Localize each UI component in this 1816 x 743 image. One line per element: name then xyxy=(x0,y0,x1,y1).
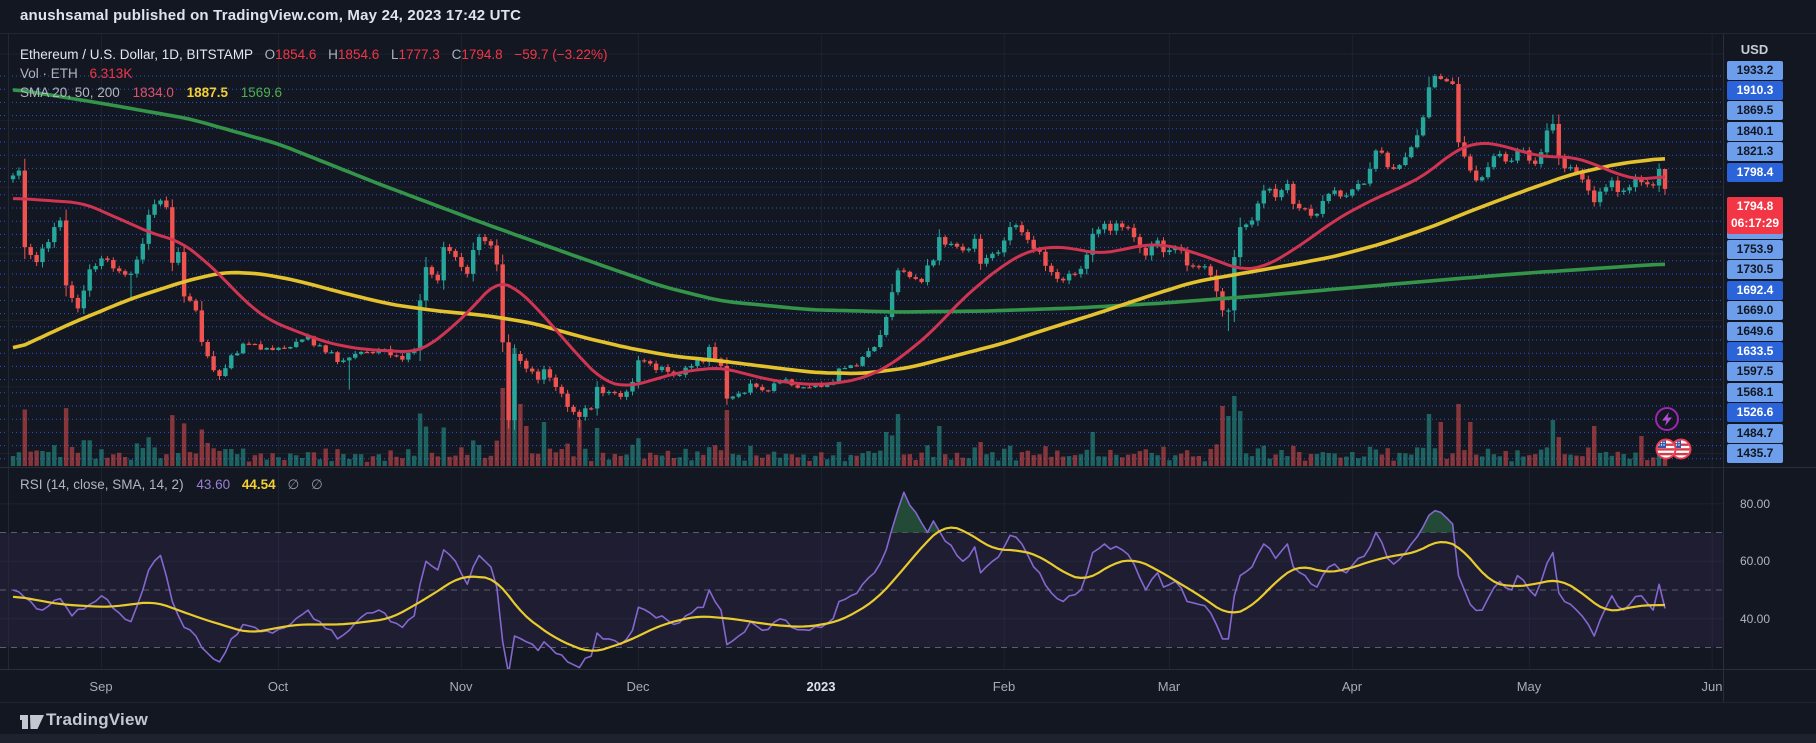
rsi-value: 43.60 xyxy=(196,477,230,492)
sma-label: SMA 20, 50, 200 xyxy=(20,85,120,100)
symbol-legend-row[interactable]: Ethereum / U.S. Dollar, 1D, BITSTAMP O18… xyxy=(20,45,607,64)
rsi-label: RSI (14, close, SMA, 14, 2) xyxy=(20,477,184,492)
publish-bar: anushsamal published on TradingView.com,… xyxy=(0,0,1816,33)
ohlc-low-value: 1777.3 xyxy=(399,47,440,62)
sma200-line[interactable] xyxy=(13,90,1665,312)
chart-canvas[interactable] xyxy=(0,34,1723,703)
price-level-label: 1484.7 xyxy=(1727,424,1783,443)
pane-separator[interactable] xyxy=(0,467,1816,468)
time-axis-label: Dec xyxy=(626,679,649,694)
chart-widget[interactable]: Ethereum / U.S. Dollar, 1D, BITSTAMP O18… xyxy=(0,33,1816,703)
price-level-lines[interactable] xyxy=(0,76,1723,459)
time-axis-label: Sep xyxy=(89,679,112,694)
sma20-value: 1834.0 xyxy=(133,85,174,100)
ohlc-close-value: 1794.8 xyxy=(461,47,502,62)
rsi-sma-value: 44.54 xyxy=(242,477,276,492)
current-price: 1794.8 xyxy=(1727,198,1783,215)
rsi-empty-value-2: ∅ xyxy=(311,477,323,492)
symbol-title[interactable]: Ethereum / U.S. Dollar, 1D, BITSTAMP xyxy=(20,47,253,62)
time-axis-label: Nov xyxy=(449,679,472,694)
plot-left-border xyxy=(8,34,9,669)
volume-legend-row[interactable]: Vol · ETH 6.313K xyxy=(20,64,607,83)
footer-bar: TradingView xyxy=(0,702,1816,735)
ohlc-high-value: 1854.6 xyxy=(338,47,379,62)
price-level-label: 1649.6 xyxy=(1727,322,1783,341)
rsi-axis-label: 80.00 xyxy=(1727,496,1783,512)
price-level-label: 1840.1 xyxy=(1727,122,1783,141)
current-price-badge: 1794.8 06:17:29 xyxy=(1727,197,1783,234)
time-axis-label: May xyxy=(1517,679,1542,694)
sma-legend-row[interactable]: SMA 20, 50, 200 1834.0 1887.5 1569.6 xyxy=(20,83,607,102)
price-level-label: 1798.4 xyxy=(1727,163,1783,182)
sma50-value: 1887.5 xyxy=(187,85,228,100)
rsi-axis-label: 40.00 xyxy=(1727,611,1783,627)
candlesticks[interactable] xyxy=(11,74,1667,430)
bottom-strip xyxy=(0,734,1816,743)
tradingview-brand[interactable]: TradingView xyxy=(46,710,148,730)
price-level-label: 1568.1 xyxy=(1727,383,1783,402)
price-level-label: 1669.0 xyxy=(1727,301,1783,320)
volume-label: Vol · ETH xyxy=(20,66,78,81)
price-level-label: 1821.3 xyxy=(1727,142,1783,161)
time-axis-label: Jun xyxy=(1702,679,1723,694)
time-axis-label: Apr xyxy=(1342,679,1362,694)
publish-line: anushsamal published on TradingView.com,… xyxy=(20,7,521,24)
rsi-legend-row[interactable]: RSI (14, close, SMA, 14, 2) 43.60 44.54 … xyxy=(20,477,323,493)
price-level-label: 1435.7 xyxy=(1727,444,1783,463)
change-value: −59.7 (−3.22%) xyxy=(514,47,607,62)
time-axis-label: Mar xyxy=(1158,679,1180,694)
price-axis[interactable]: USD 1933.21910.31869.5 1840.11821.3 1798.4… xyxy=(1724,34,1816,703)
rsi-axis-label: 60.00 xyxy=(1727,553,1783,569)
rsi-overbought-fill xyxy=(891,492,1454,532)
ohlc-high-key: H xyxy=(328,47,338,62)
time-axis[interactable]: Sep Oct Nov Dec 2023 Feb Mar Apr May Jun xyxy=(0,670,1816,703)
ohlc-low-key: L xyxy=(391,47,399,62)
bar-countdown: 06:17:29 xyxy=(1727,215,1783,232)
ohlc-close-key: C xyxy=(452,47,462,62)
price-level-label: 1633.5 xyxy=(1727,342,1783,361)
volume-value: 6.313K xyxy=(90,66,133,81)
time-axis-label: Feb xyxy=(993,679,1015,694)
currency-label: USD xyxy=(1727,42,1782,57)
tradingview-logo-icon[interactable] xyxy=(19,710,45,732)
price-level-label: 1692.4 xyxy=(1727,281,1783,300)
price-level-label: 1869.5 xyxy=(1727,101,1783,120)
ohlc-open-key: O xyxy=(265,47,276,62)
price-level-label: 1597.5 xyxy=(1727,362,1783,381)
volume-bars xyxy=(11,348,1667,466)
ohlc-open-value: 1854.6 xyxy=(275,47,316,62)
price-level-label: 1933.2 xyxy=(1727,61,1783,80)
rsi-empty-value-1: ∅ xyxy=(287,477,299,492)
us-economic-event-icon[interactable] xyxy=(1657,440,1676,459)
sma200-value: 1569.6 xyxy=(241,85,282,100)
price-level-label: 1910.3 xyxy=(1727,81,1783,100)
time-axis-label: 2023 xyxy=(807,679,836,694)
time-axis-label: Oct xyxy=(268,679,288,694)
price-level-label: 1753.9 xyxy=(1727,240,1783,259)
price-level-label: 1730.5 xyxy=(1727,260,1783,279)
price-level-label: 1526.6 xyxy=(1727,403,1783,422)
symbol-legend: Ethereum / U.S. Dollar, 1D, BITSTAMP O18… xyxy=(20,45,607,102)
crypto-event-icon[interactable] xyxy=(1656,408,1678,430)
